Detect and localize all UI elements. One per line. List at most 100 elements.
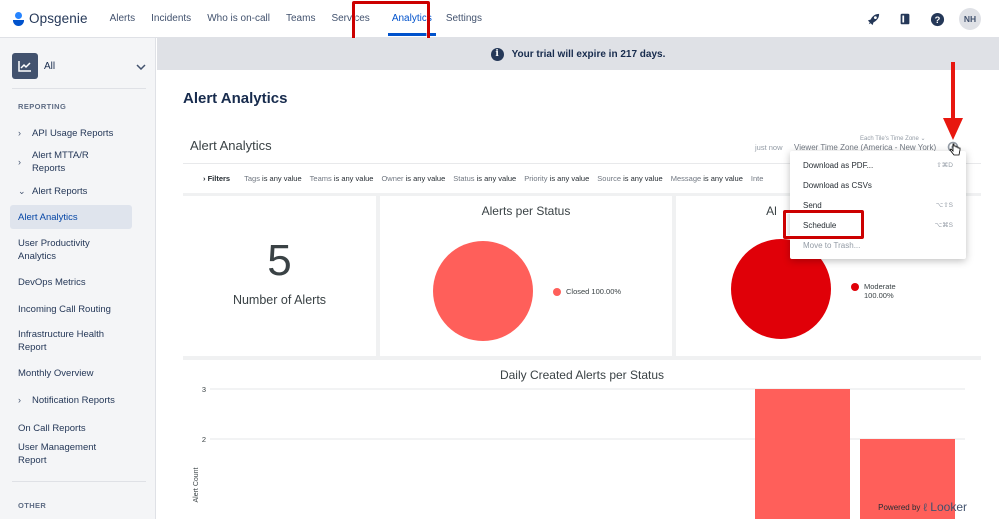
menu-item-label: Download as CSVs: [803, 180, 872, 190]
filter-priority[interactable]: Priority is any value: [524, 174, 589, 183]
timezone-caption: Each Tile's Time Zone ⌄: [860, 136, 926, 142]
help-icon[interactable]: ?: [927, 9, 947, 29]
filter-value: is any value: [476, 174, 517, 183]
menu-item-shortcut: ⌥⌘S: [934, 222, 953, 229]
sidebar-item-devops-metrics[interactable]: DevOps Metrics: [10, 275, 132, 289]
page-title: Alert Analytics: [183, 90, 288, 107]
opsgenie-logo[interactable]: Opsgenie: [13, 11, 88, 26]
sidebar-item-infrastructure-health-report[interactable]: Infrastructure Health Report: [10, 328, 132, 354]
sidebar-item-incoming-call-routing[interactable]: Incoming Call Routing: [10, 302, 132, 316]
sidebar-item-label: User Productivity Analytics: [18, 238, 90, 262]
sidebar-item-label: On Call Reports: [18, 422, 86, 434]
sidebar-item-on-call-reports[interactable]: On Call Reports: [10, 421, 132, 435]
main-content: i Your trial will expire in 217 days. Al…: [157, 38, 999, 519]
sidebar-item-label: Infrastructure Health Report: [18, 329, 105, 353]
tile-daily-created-alerts: Daily Created Alerts per Status 2 3 Alert …: [183, 360, 981, 519]
y-tick-label: 2: [202, 435, 206, 444]
info-icon: i: [490, 47, 504, 61]
pie-slice-closed[interactable]: [433, 241, 533, 341]
hand-cursor-icon: [949, 143, 961, 156]
space-selector[interactable]: All: [12, 53, 146, 79]
filter-value: is any value: [405, 174, 446, 183]
powered-by-text: Powered by: [878, 502, 921, 512]
nav-teams[interactable]: Teams: [286, 0, 315, 38]
filter-status[interactable]: Status is any value: [453, 174, 516, 183]
other-section-label: OTHER: [18, 501, 47, 510]
filter-tags[interactable]: Tags is any value: [244, 174, 302, 183]
filter-message[interactable]: Message is any value: [671, 174, 743, 183]
sidebar-item-label: Monthly Overview: [18, 367, 94, 379]
chart-trend-icon: [12, 53, 38, 79]
filter-source[interactable]: Source is any value: [597, 174, 662, 183]
menu-item-label: Move to Trash...: [803, 240, 861, 250]
sidebar: All REPORTING › API Usage Reports › Alert …: [0, 38, 156, 519]
alert-count-value: 5: [267, 236, 292, 285]
nav-settings[interactable]: Settings: [446, 0, 482, 38]
legend-percent: 100.00%: [864, 291, 894, 300]
bar[interactable]: [755, 389, 850, 519]
filter-teams[interactable]: Teams is any value: [310, 174, 374, 183]
chevron-right-icon: ›: [18, 394, 21, 405]
legend-name: Moderate: [864, 282, 896, 291]
opsgenie-logo-icon: [13, 11, 24, 26]
chevron-right-icon: ›: [18, 127, 21, 138]
filter-integration[interactable]: Inte: [751, 174, 764, 183]
sidebar-item-alert-reports[interactable]: ⌄ Alert Reports: [10, 184, 132, 198]
sidebar-item-label: Alert Reports: [32, 185, 88, 197]
menu-item-label: Download as PDF...: [803, 160, 874, 170]
sidebar-item-alert-analytics[interactable]: Alert Analytics: [10, 205, 132, 229]
sidebar-item-api-usage-reports[interactable]: › API Usage Reports: [10, 126, 132, 140]
chevron-down-icon: ⌄: [18, 185, 26, 196]
trial-banner-text: Your trial will expire in 217 days.: [511, 48, 666, 60]
sidebar-item-label: Alert Analytics: [18, 211, 78, 223]
legend-item-moderate[interactable]: Moderate 100.00%: [851, 282, 896, 300]
sidebar-item-label: Notification Reports: [32, 394, 115, 406]
book-icon[interactable]: [895, 9, 915, 29]
sidebar-item-label: DevOps Metrics: [18, 276, 86, 288]
filter-value: is any value: [703, 174, 743, 183]
filter-owner[interactable]: Owner is any value: [381, 174, 445, 183]
filters-toggle[interactable]: › Filters: [203, 174, 230, 183]
sidebar-item-label: API Usage Reports: [32, 127, 114, 139]
sidebar-item-user-productivity-analytics[interactable]: User Productivity Analytics: [10, 237, 132, 263]
sidebar-item-user-management-report[interactable]: User Management Report: [10, 442, 132, 466]
user-avatar[interactable]: NH: [959, 8, 981, 30]
annotation-highlight-schedule: [783, 210, 864, 239]
nav-who-is-on-call[interactable]: Who is on-call: [207, 0, 270, 38]
sidebar-divider: [12, 88, 146, 89]
sidebar-item-monthly-overview[interactable]: Monthly Overview: [10, 366, 132, 380]
legend-label: Moderate 100.00%: [864, 282, 896, 300]
looker-logo-icon: ℓ: [923, 502, 927, 514]
menu-item-download-pdf[interactable]: Download as PDF... ⇧⌘D: [790, 155, 966, 175]
annotation-highlight-analytics: [352, 1, 430, 43]
filter-name: Status: [453, 174, 475, 183]
filter-name: Priority: [524, 174, 548, 183]
tile-alerts-per-status: Alerts per Status Closed 100.00%: [380, 196, 672, 356]
filter-name: Teams: [309, 174, 332, 183]
looker-logo: ℓ Looker: [923, 500, 967, 514]
tile-number-of-alerts: 5 Number of Alerts: [183, 196, 376, 356]
sidebar-item-label: User Management Report: [18, 442, 97, 466]
status-pie-chart[interactable]: [433, 241, 533, 341]
nav-incidents[interactable]: Incidents: [151, 0, 191, 38]
space-selector-label: All: [44, 60, 56, 72]
filter-value: is any value: [623, 174, 663, 183]
nav-alerts[interactable]: Alerts: [110, 0, 136, 38]
looker-brand-text: Looker: [930, 500, 967, 514]
filter-value: is any value: [333, 174, 374, 183]
powered-by-looker: Powered by ℓ Looker: [878, 500, 967, 514]
sidebar-item-notification-reports[interactable]: › Notification Reports: [10, 393, 132, 407]
filter-value: is any value: [262, 174, 302, 183]
annotation-arrow-icon: [943, 62, 963, 140]
reporting-section-label: REPORTING: [18, 102, 67, 111]
legend-item-closed[interactable]: Closed 100.00%: [553, 287, 621, 296]
sidebar-item-label: Alert MTTA/R Reports: [31, 150, 89, 174]
menu-item-label: Send: [803, 200, 822, 210]
rocket-icon[interactable]: [863, 9, 883, 29]
sidebar-item-alert-mtta-r-reports[interactable]: › Alert MTTA/R Reports: [10, 150, 132, 174]
sidebar-divider: [12, 481, 146, 482]
filter-name: Owner: [381, 174, 404, 183]
timezone-caption-text: Each Tile's Time Zone: [860, 136, 919, 142]
filters-toggle-label: Filters: [207, 174, 231, 183]
menu-item-download-csvs[interactable]: Download as CSVs: [790, 175, 966, 195]
